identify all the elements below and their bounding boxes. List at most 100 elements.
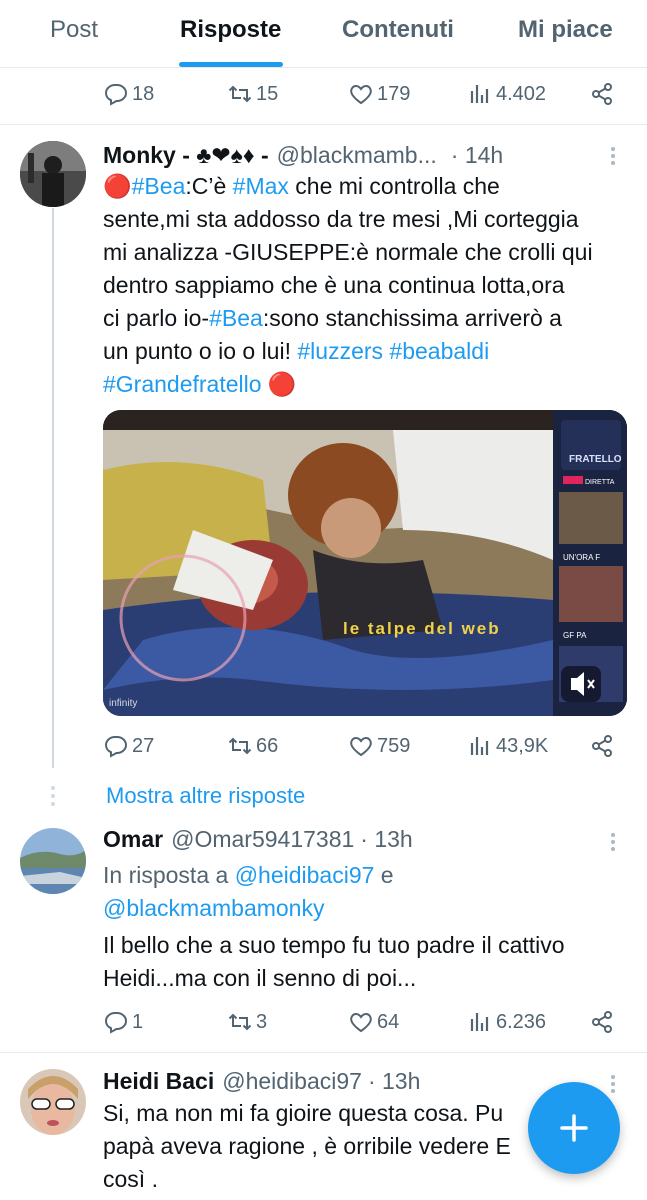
author-handle[interactable]: @blackmamb...	[277, 142, 437, 169]
reply-count: 27	[132, 734, 155, 757]
reply-and: e	[374, 862, 394, 888]
like-button[interactable]: 759	[349, 734, 410, 758]
share-button[interactable]	[590, 1010, 614, 1034]
retweet-button[interactable]: 66	[228, 734, 278, 758]
hashtag-beabaldi[interactable]: #beabaldi	[389, 338, 489, 364]
like-icon	[350, 84, 372, 105]
retweet-icon	[228, 85, 252, 103]
reply-icon	[104, 84, 128, 106]
avatar-image	[20, 1069, 86, 1135]
tweet-actions: 1 3 64 6.236	[0, 1010, 647, 1038]
mention-heidibaci97[interactable]: @heidibaci97	[235, 862, 375, 888]
show-more-replies-link[interactable]: Mostra altre risposte	[106, 783, 305, 809]
tweet-text: 🔴#Bea:C’è #Max che mi controlla che sent…	[103, 170, 623, 401]
avatar-image	[20, 141, 86, 207]
thread-dot	[51, 786, 55, 790]
more-icon[interactable]	[610, 1074, 616, 1094]
tweet-time[interactable]: · 13h	[360, 826, 412, 853]
tweet-line: sente,mi sta addosso da tre mesi ,Mi cor…	[103, 206, 579, 232]
views-icon	[470, 1013, 489, 1031]
tab-post[interactable]: Post	[50, 0, 98, 68]
avatar[interactable]	[20, 141, 86, 207]
tweet-time[interactable]: · 14h	[451, 142, 503, 169]
retweet-button[interactable]: 15	[228, 82, 278, 106]
avatar-image	[20, 828, 86, 894]
compose-button[interactable]	[528, 1082, 620, 1174]
like-button[interactable]: 64	[349, 1010, 399, 1034]
hashtag-bea[interactable]: #Bea	[209, 305, 263, 331]
red-circle-emoji: 🔴	[261, 371, 297, 397]
profile-tabs: Post Risposte Contenuti Mi piace	[0, 0, 647, 68]
compose-plus-icon	[560, 1114, 588, 1142]
reply-button[interactable]: 18	[104, 82, 154, 106]
views-icon	[470, 85, 489, 103]
tweet-line: Il bello che a suo tempo fu tuo padre il…	[103, 932, 565, 958]
text-span: un punto o io o lui!	[103, 338, 298, 364]
tweet-line: un punto o io o lui! #luzzers #beabaldi	[103, 335, 623, 368]
tweet-line: dentro sappiamo che è una continua lotta…	[103, 272, 565, 298]
author-handle[interactable]: @heidibaci97	[222, 1068, 362, 1095]
views-button[interactable]: 6.236	[468, 1010, 546, 1034]
tab-mi-piace[interactable]: Mi piace	[518, 0, 613, 68]
tweet-time[interactable]: · 13h	[368, 1068, 420, 1095]
author-name[interactable]: Monky - ♣❤♠♦ -	[103, 142, 269, 169]
avatar[interactable]	[20, 828, 86, 894]
thread-dot	[51, 802, 55, 806]
author-name[interactable]: Heidi Baci	[103, 1068, 214, 1095]
active-tab-indicator	[179, 62, 283, 67]
reply-line: In risposta a @heidibaci97 e	[103, 859, 623, 892]
views-icon	[470, 737, 489, 755]
reply-icon	[104, 1012, 128, 1034]
share-icon	[592, 83, 612, 105]
tweet-line: Heidi...ma con il senno di poi...	[103, 965, 417, 991]
hashtag-luzzers[interactable]: #luzzers	[297, 338, 383, 364]
channel-logo: infinity	[109, 698, 137, 709]
views-button[interactable]: 4.402	[468, 82, 546, 106]
previous-tweet-actions: 18 15 179 4.402	[0, 82, 647, 110]
hashtag-max[interactable]: #Max	[233, 173, 289, 199]
tweet-header: Heidi Baci @heidibaci97 · 13h	[103, 1068, 420, 1095]
share-button[interactable]	[590, 734, 614, 758]
mention-blackmambamonky[interactable]: @blackmambamonky	[103, 895, 324, 921]
tab-risposte[interactable]: Risposte	[180, 0, 281, 68]
reply-count: 18	[132, 82, 155, 105]
like-count: 759	[377, 734, 411, 757]
tweet-line: ci parlo io-#Bea:sono stanchissima arriv…	[103, 302, 623, 335]
author-handle[interactable]: @Omar59417381	[171, 826, 354, 853]
hashtag-bea[interactable]: #Bea	[132, 173, 186, 199]
views-count: 6.236	[496, 1010, 547, 1033]
hashtag-grandefratello[interactable]: #Grandefratello	[103, 371, 262, 397]
views-button[interactable]: 43,9K	[468, 734, 548, 758]
like-count: 179	[377, 82, 411, 105]
share-button[interactable]	[590, 82, 614, 106]
reply-count: 1	[132, 1010, 144, 1033]
tweet-line: così .	[103, 1166, 158, 1192]
more-icon[interactable]	[610, 146, 616, 166]
tweet-actions: 27 66 759 43,9K	[0, 734, 647, 762]
retweet-button[interactable]: 3	[228, 1010, 267, 1034]
tweet-video[interactable]: FRATELLO DIRETTA UN'ORA F GF PA le talpe…	[103, 410, 627, 716]
avatar[interactable]	[20, 1069, 86, 1135]
retweet-count: 3	[256, 1010, 268, 1033]
author-name[interactable]: Omar	[103, 826, 163, 853]
more-icon[interactable]	[610, 832, 616, 852]
divider	[0, 1052, 647, 1053]
side-brand: FRATELLO	[569, 454, 622, 465]
like-button[interactable]: 179	[349, 82, 410, 106]
side-live-label: DIRETTA	[585, 479, 615, 486]
side-label-1: UN'ORA F	[563, 553, 600, 562]
retweet-count: 15	[256, 82, 279, 105]
video-frame: FRATELLO DIRETTA UN'ORA F GF PA le talpe…	[103, 410, 627, 716]
side-label-2: GF PA	[563, 631, 587, 640]
tweet-header: Omar @Omar59417381 · 13h	[103, 826, 413, 853]
divider	[0, 124, 647, 125]
tab-contenuti[interactable]: Contenuti	[342, 0, 454, 68]
like-icon	[350, 736, 372, 757]
reply-icon	[104, 736, 128, 758]
retweet-icon	[228, 1013, 252, 1031]
reply-button[interactable]: 1	[104, 1010, 143, 1034]
like-count: 64	[377, 1010, 400, 1033]
share-icon	[592, 735, 612, 757]
reply-button[interactable]: 27	[104, 734, 154, 758]
tweet-line: 🔴#Bea:C’è #Max che mi controlla che	[103, 170, 623, 203]
